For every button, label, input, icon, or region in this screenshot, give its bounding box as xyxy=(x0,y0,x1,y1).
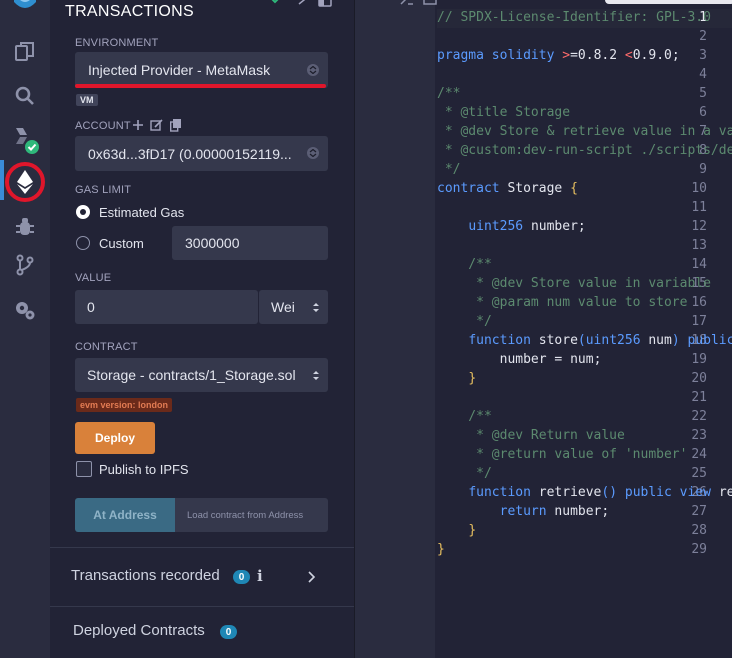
code-line[interactable]: } xyxy=(437,542,445,557)
divider xyxy=(50,606,354,607)
code-line[interactable]: } xyxy=(437,523,476,538)
code-line[interactable]: } xyxy=(437,371,476,386)
editor-tab-icon[interactable] xyxy=(423,0,437,5)
code-line[interactable]: /** xyxy=(437,86,460,101)
deploy-run-icon[interactable] xyxy=(0,157,50,207)
info-icon[interactable]: i xyxy=(257,567,263,585)
code-line[interactable]: /** xyxy=(437,409,492,424)
contract-label: CONTRACT xyxy=(75,341,138,353)
environment-label: ENVIRONMENT xyxy=(75,37,159,49)
transactions-count-badge: 0 xyxy=(233,570,250,584)
divider xyxy=(50,547,354,548)
code-line[interactable]: function store(uint256 num) public xyxy=(437,333,732,348)
contract-select[interactable]: Storage - contracts/1_Storage.sol xyxy=(75,358,328,392)
line-number-gutter xyxy=(355,0,437,658)
gas-limit-label: GAS LIMIT xyxy=(75,184,132,196)
gas-limit-input[interactable]: 3000000 xyxy=(172,226,328,260)
code-line[interactable]: * @param num value to store xyxy=(437,295,687,310)
deployed-contracts-label: Deployed Contracts xyxy=(73,622,205,639)
deploy-button[interactable]: Deploy xyxy=(75,422,155,454)
estimated-gas-radio[interactable] xyxy=(76,205,90,219)
code-line[interactable]: */ xyxy=(437,162,461,177)
estimated-gas-label: Estimated Gas xyxy=(99,205,185,220)
chevron-right-icon[interactable] xyxy=(298,0,306,6)
evm-version-badge: evm version: london xyxy=(76,398,173,412)
code-line[interactable]: function retrieve() public view ret xyxy=(437,485,732,500)
vm-badge: VM xyxy=(76,94,98,106)
value-unit-select[interactable]: Wei xyxy=(259,290,328,324)
chevron-right-icon[interactable] xyxy=(308,571,316,583)
sort-arrows-icon xyxy=(313,371,319,380)
environment-highlight-underline xyxy=(75,84,326,88)
search-icon[interactable] xyxy=(0,81,50,111)
code-content[interactable]: // SPDX-License-Identifier: GPL-3.0 pragm… xyxy=(437,0,732,658)
deploy-panel: TRANSACTIONS ENVIRONMENT Injected Provid… xyxy=(50,0,355,658)
contract-value: Storage - contracts/1_Storage.sol xyxy=(87,367,296,383)
code-line[interactable]: * @title Storage xyxy=(437,105,570,120)
account-label: ACCOUNT xyxy=(75,120,131,132)
custom-gas-radio[interactable] xyxy=(76,236,90,250)
code-line[interactable]: * @return value of 'number' xyxy=(437,447,687,462)
panel-toggle-icon[interactable] xyxy=(318,0,332,8)
code-line[interactable]: * @custom:dev-run-script ./scripts/dep xyxy=(437,143,732,158)
deployed-count-badge: 0 xyxy=(220,625,237,639)
file-explorer-icon[interactable] xyxy=(0,37,50,67)
select-arrows-icon xyxy=(307,64,319,76)
code-line[interactable]: contract Storage { xyxy=(437,181,578,196)
select-arrows-icon xyxy=(307,147,319,159)
editor-tab-icon[interactable] xyxy=(400,0,414,5)
debugger-icon[interactable] xyxy=(0,212,50,242)
code-line[interactable]: uint256 number; xyxy=(437,219,585,234)
at-address-button[interactable]: At Address xyxy=(75,498,175,532)
sort-arrows-icon xyxy=(313,303,319,312)
plugin-manager-icon[interactable] xyxy=(0,295,50,325)
code-line[interactable]: return number; xyxy=(437,504,610,519)
code-line[interactable]: // SPDX-License-Identifier: GPL-3.0 xyxy=(437,10,711,25)
environment-select[interactable]: Injected Provider - MetaMask xyxy=(75,52,328,88)
account-select[interactable]: 0x63d...3fD17 (0.00000152119... xyxy=(75,136,328,171)
git-icon[interactable] xyxy=(0,250,50,280)
publish-ipfs-checkbox[interactable] xyxy=(76,461,92,477)
account-value: 0x63d...3fD17 (0.00000152119... xyxy=(88,145,292,162)
transactions-recorded-label[interactable]: Transactions recorded xyxy=(71,567,220,584)
code-line[interactable]: * @dev Store value in variable xyxy=(437,276,711,291)
at-address-input[interactable]: Load contract from Address xyxy=(175,498,328,532)
value-input[interactable]: 0 xyxy=(75,290,258,324)
code-line[interactable]: pragma solidity >=0.8.2 <0.9.0; xyxy=(437,48,680,63)
icon-sidebar xyxy=(0,0,51,658)
value-unit: Wei xyxy=(271,299,295,315)
code-line[interactable]: * @dev Return value xyxy=(437,428,625,443)
code-line[interactable]: /** xyxy=(437,257,492,272)
custom-gas-label: Custom xyxy=(99,236,144,251)
solidity-compiler-icon[interactable] xyxy=(0,125,50,155)
copy-icon[interactable] xyxy=(170,119,182,132)
panel-title: TRANSACTIONS xyxy=(65,3,194,20)
code-line[interactable]: * @dev Store & retrieve value in a var xyxy=(437,124,732,139)
environment-value: Injected Provider - MetaMask xyxy=(88,62,271,78)
code-line[interactable]: number = num; xyxy=(437,352,602,367)
remix-logo[interactable] xyxy=(0,0,50,18)
publish-ipfs-label: Publish to IPFS xyxy=(99,462,189,477)
value-label: VALUE xyxy=(75,272,112,284)
code-editor[interactable]: 1 2 3 4 5 6 7 8 9 10 11 12 13 14 15 16 17 18 19 20 21 22 23 24 2… xyxy=(355,0,732,658)
code-line[interactable]: */ xyxy=(437,466,492,481)
add-account-icon[interactable] xyxy=(132,119,144,131)
edit-icon[interactable] xyxy=(150,119,163,132)
code-line[interactable]: */ xyxy=(437,314,492,329)
check-icon xyxy=(271,0,279,4)
